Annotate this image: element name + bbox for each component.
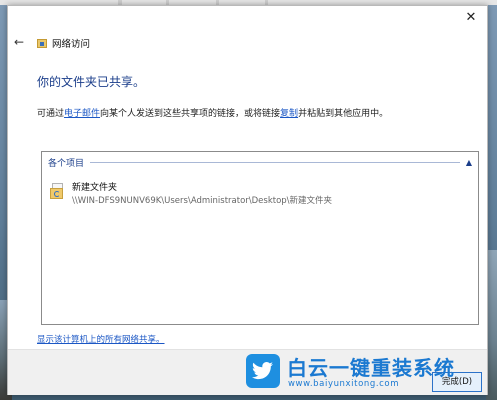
desc-prefix: 可通过: [37, 109, 65, 119]
desc-suffix: 并粘贴到其他应用中。: [298, 109, 389, 119]
group-divider: [90, 161, 460, 163]
network-folder-icon: [37, 38, 47, 48]
share-description: 可通过电子邮件向某个人发送到这些共享项的链接，或将链接复制并粘贴到其他应用中。: [37, 106, 388, 119]
back-arrow-icon: ←: [13, 35, 25, 49]
close-button[interactable]: ✕: [462, 9, 480, 27]
copy-link[interactable]: 复制: [280, 109, 298, 119]
shared-items-list: 各个项目 ▲ 新建文件夹 \\WIN-DFS9NUNV69K\Users\Adm…: [41, 151, 479, 325]
watermark-title: 白云一键重装系统: [287, 356, 455, 380]
bird-icon: [246, 354, 280, 388]
item-path: \\WIN-DFS9NUNV69K\Users\Administrator\De…: [72, 196, 333, 206]
page-heading: 你的文件夹已共享。: [37, 75, 146, 89]
group-label: 各个项目: [48, 158, 85, 169]
back-button[interactable]: ←: [12, 35, 26, 49]
chevron-up-icon[interactable]: ▲: [460, 158, 472, 167]
group-header[interactable]: 各个项目 ▲: [48, 155, 472, 169]
dialog-title-text: 网络访问: [52, 39, 91, 50]
network-access-dialog: ✕ ← 网络访问 你的文件夹已共享。 可通过电子邮件向某个人发送到这些共享项的链…: [7, 5, 488, 395]
desc-middle: 向某个人发送到这些共享项的链接，或将链接: [100, 109, 281, 119]
watermark-logo: 白云一键重装系统 www.baiyunxitong.com: [246, 352, 486, 397]
close-icon: ✕: [465, 10, 477, 25]
watermark-url: www.baiyunxitong.com: [288, 379, 400, 389]
item-name: 新建文件夹: [72, 183, 118, 193]
email-link[interactable]: 电子邮件: [64, 109, 100, 119]
show-all-shares-link[interactable]: 显示该计算机上的所有网络共享。: [37, 333, 165, 345]
list-item[interactable]: 新建文件夹 \\WIN-DFS9NUNV69K\Users\Administra…: [50, 180, 470, 212]
shared-folder-icon: [50, 183, 64, 200]
dialog-title: 网络访问: [37, 36, 90, 50]
